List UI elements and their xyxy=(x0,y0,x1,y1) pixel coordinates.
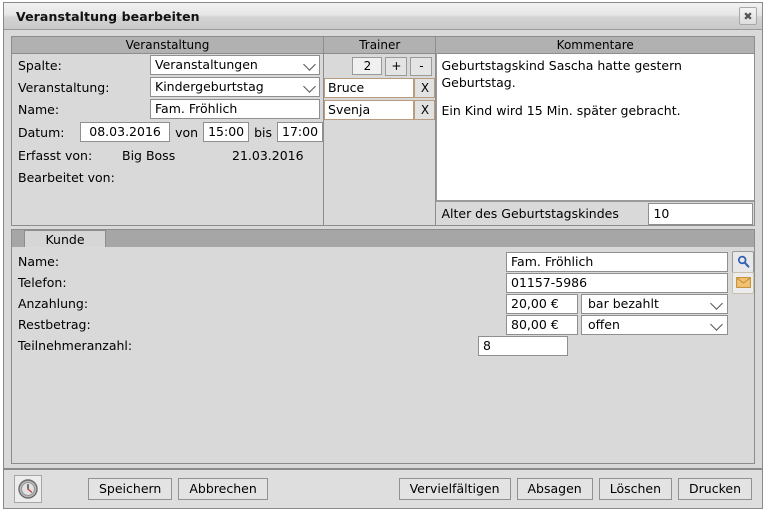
chevron-down-icon xyxy=(303,58,316,71)
comments-textarea[interactable]: Geburtstagskind Sascha hatte gestern Geb… xyxy=(436,54,754,201)
tab-kunde[interactable]: Kunde xyxy=(24,230,106,247)
label-bearbeitet-von: Bearbeitet von: xyxy=(18,169,115,185)
cancel-event-button[interactable]: Absagen xyxy=(516,478,593,500)
delete-button[interactable]: Löschen xyxy=(598,478,673,500)
duplicate-button[interactable]: Vervielfältigen xyxy=(398,478,511,500)
value-erfasst-datum: 21.03.2016 xyxy=(232,147,304,163)
dialog-button-bar: Speichern Abbrechen Vervielfältigen Absa… xyxy=(4,468,762,508)
label-erfasst-von: Erfasst von: xyxy=(18,147,93,163)
panel-veranstaltung: Veranstaltung Spalte: Veranstaltungen Ve… xyxy=(12,37,325,225)
trainer-name-input[interactable]: Svenja xyxy=(324,99,415,120)
row-erfasst-von: Erfasst von: Big Boss 21.03.2016 xyxy=(12,144,323,166)
input-datum[interactable]: 08.03.2016 xyxy=(80,122,171,142)
panel-kommentare-header: Kommentare xyxy=(436,37,754,54)
label-name: Name: xyxy=(18,101,60,117)
chevron-down-icon xyxy=(710,296,723,310)
row-bearbeitet-von: Bearbeitet von: xyxy=(12,166,323,188)
dialog-title: Veranstaltung bearbeiten xyxy=(16,8,200,24)
row-alter-geburtstagskind: Alter des Geburtstagskindes 10 xyxy=(436,201,754,225)
comment-line-2: Ein Kind wird 15 Min. später gebracht. xyxy=(441,103,681,118)
envelope-icon[interactable] xyxy=(732,271,754,294)
label-kunde-teilnehmeranzahl: Teilnehmeranzahl: xyxy=(18,338,133,353)
input-bis-zeit[interactable]: 17:00 xyxy=(277,122,324,142)
dialog-body: Veranstaltung Spalte: Veranstaltungen Ve… xyxy=(4,30,762,508)
row-kunde-teilnehmer: Teilnehmeranzahl: 8 xyxy=(12,335,754,356)
panel-trainer-body: 2 + - Bruce X Svenja X xyxy=(324,54,436,225)
trainer-row: Svenja X xyxy=(324,99,436,120)
comment-line-1: Geburtstagskind Sascha hatte gestern Geb… xyxy=(441,58,682,90)
row-kunde-name: Name: Fam. Fröhlich xyxy=(12,250,754,273)
tabstrip: Kunde xyxy=(11,229,755,247)
clock-icon[interactable] xyxy=(14,475,42,503)
row-name: Name: Fam. Fröhlich xyxy=(12,98,323,120)
trainer-delete-button[interactable]: X xyxy=(414,77,436,98)
trainer-count-input[interactable]: 2 xyxy=(352,57,383,75)
panel-kommentare: Kommentare Geburtstagskind Sascha hatte … xyxy=(436,37,754,225)
envelope-glyph xyxy=(735,277,751,288)
trainer-toolbar: 2 + - xyxy=(324,54,435,76)
select-restbetrag-status-value: offen xyxy=(588,316,620,332)
select-spalte-value: Veranstaltungen xyxy=(155,57,258,72)
select-veranstaltung[interactable]: Kindergeburtstag xyxy=(150,77,320,97)
label-datum: Datum: xyxy=(18,124,65,140)
select-veranstaltung-value: Kindergeburtstag xyxy=(155,79,264,94)
chevron-down-icon xyxy=(710,317,723,331)
label-alter-geburtstagskind: Alter des Geburtstagskindes xyxy=(441,206,619,221)
dialog-window: Veranstaltung bearbeiten ✖ Veranstaltung… xyxy=(3,2,763,509)
row-kunde-restbetrag: Restbetrag: 80,00 € offen xyxy=(12,314,754,335)
chevron-down-icon xyxy=(303,80,316,93)
trainer-delete-button[interactable]: X xyxy=(414,99,436,120)
label-von: von xyxy=(175,124,199,140)
input-alter-geburtstagskind[interactable]: 10 xyxy=(648,202,753,225)
row-kunde-anzahlung: Anzahlung: 20,00 € bar bezahlt xyxy=(12,293,754,314)
close-icon[interactable]: ✖ xyxy=(739,7,757,25)
input-teilnehmeranzahl[interactable]: 8 xyxy=(478,335,568,356)
cancel-button[interactable]: Abbrechen xyxy=(178,478,268,500)
dialog-titlebar: Veranstaltung bearbeiten ✖ xyxy=(4,3,762,30)
row-datum: Datum: 08.03.2016 von 15:00 bis 17:00 xyxy=(12,120,324,144)
label-kunde-name: Name: xyxy=(18,254,60,269)
trainer-add-button[interactable]: + xyxy=(385,56,408,76)
panel-veranstaltung-body: Spalte: Veranstaltungen Veranstaltung: K… xyxy=(12,54,324,225)
panel-trainer: Trainer 2 + - Bruce X Svenja X xyxy=(324,37,437,225)
trainer-row: Bruce X xyxy=(324,77,436,98)
label-bis: bis xyxy=(254,124,273,140)
clock-glyph xyxy=(18,479,38,499)
select-spalte[interactable]: Veranstaltungen xyxy=(150,55,320,75)
secondary-actions: Vervielfältigen Absagen Löschen Drucken xyxy=(398,478,752,500)
label-veranstaltung: Veranstaltung: xyxy=(18,79,110,95)
top-panels: Veranstaltung Spalte: Veranstaltungen Ve… xyxy=(11,36,755,226)
panel-veranstaltung-header: Veranstaltung xyxy=(12,37,324,54)
label-spalte: Spalte: xyxy=(18,57,62,73)
input-restbetrag-betrag[interactable]: 80,00 € xyxy=(506,314,578,335)
select-restbetrag-status[interactable]: offen xyxy=(581,314,728,335)
print-button[interactable]: Drucken xyxy=(678,478,752,500)
panel-kommentare-body: Geburtstagskind Sascha hatte gestern Geb… xyxy=(436,54,754,225)
primary-actions: Speichern Abbrechen xyxy=(88,478,268,500)
panel-trainer-header: Trainer xyxy=(324,37,436,54)
label-kunde-anzahlung: Anzahlung: xyxy=(18,296,89,311)
label-kunde-restbetrag: Restbetrag: xyxy=(18,317,91,332)
select-anzahlung-status[interactable]: bar bezahlt xyxy=(581,293,728,314)
input-name[interactable]: Fam. Fröhlich xyxy=(150,99,320,119)
magnifier-glyph xyxy=(737,255,749,268)
input-kunde-name[interactable]: Fam. Fröhlich xyxy=(506,251,728,272)
row-kunde-telefon: Telefon: 01157-5986 xyxy=(12,271,754,294)
search-icon[interactable] xyxy=(732,250,754,273)
event-edit-dialog: Veranstaltung bearbeiten ✖ Veranstaltung… xyxy=(0,0,766,513)
input-von-zeit[interactable]: 15:00 xyxy=(203,122,250,142)
panel-kunde: Name: Fam. Fröhlich Telefon: 01157-5986 … xyxy=(11,247,755,464)
input-anzahlung-betrag[interactable]: 20,00 € xyxy=(506,293,578,314)
trainer-remove-button[interactable]: - xyxy=(410,56,433,76)
input-kunde-telefon[interactable]: 01157-5986 xyxy=(506,272,728,293)
select-anzahlung-status-value: bar bezahlt xyxy=(588,295,659,311)
trainer-name-input[interactable]: Bruce xyxy=(324,77,415,98)
label-kunde-telefon: Telefon: xyxy=(18,275,67,290)
value-erfasst-user: Big Boss xyxy=(122,147,176,163)
row-veranstaltung: Veranstaltung: Kindergeburtstag xyxy=(12,76,323,98)
row-spalte: Spalte: Veranstaltungen xyxy=(12,54,323,76)
save-button[interactable]: Speichern xyxy=(88,478,173,500)
